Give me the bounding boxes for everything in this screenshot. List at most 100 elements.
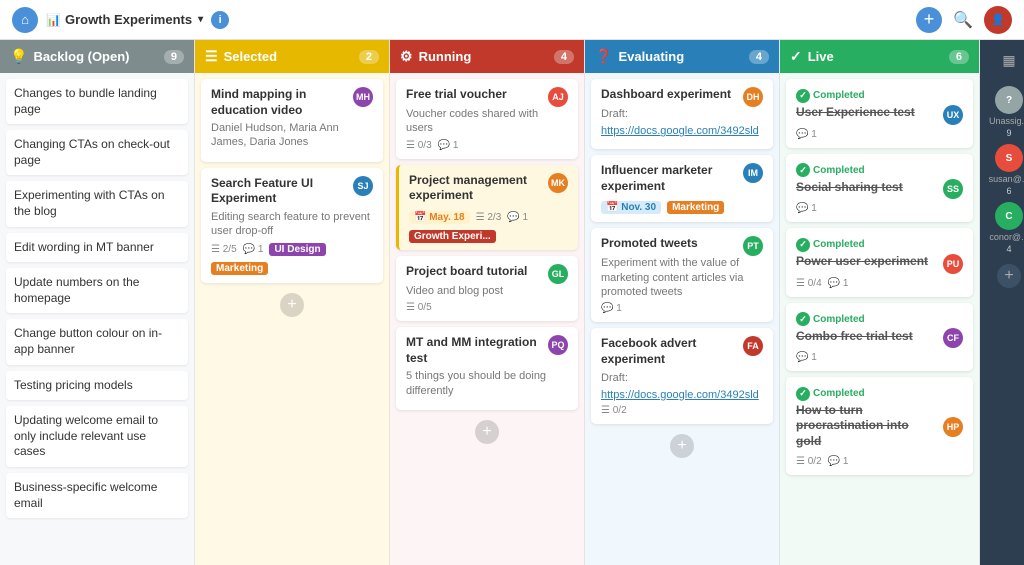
card-title: Project management experiment bbox=[409, 173, 542, 204]
home-icon[interactable]: ⌂ bbox=[12, 7, 38, 33]
column-title-running: Running bbox=[419, 49, 472, 64]
card-promoted-tweets[interactable]: Promoted tweets PT Experiment with the v… bbox=[591, 228, 773, 322]
card-title: Free trial voucher bbox=[406, 87, 507, 103]
avatar: SJ bbox=[353, 176, 373, 196]
card-footer: 💬 1 bbox=[601, 303, 763, 314]
progress-meta: ☰ 2/3 bbox=[476, 212, 502, 223]
card-footer: ☰ 2/5 💬 1 UI Design Marketing bbox=[211, 243, 373, 275]
completed-badge: ✓ Completed bbox=[796, 163, 865, 177]
card-footer: ☰ 0/3 💬 1 bbox=[406, 140, 568, 151]
add-card-button[interactable]: + bbox=[280, 293, 304, 317]
card-search-feature[interactable]: Search Feature UI Experiment SJ Editing … bbox=[201, 168, 383, 283]
people-header: ▦ bbox=[980, 40, 1024, 80]
user-avatar[interactable]: 👤 bbox=[984, 6, 1012, 34]
list-item[interactable]: Changes to bundle landing page bbox=[6, 79, 188, 124]
list-item[interactable]: Changing CTAs on check-out page bbox=[6, 130, 188, 175]
card-free-trial[interactable]: Free trial voucher AJ Voucher codes shar… bbox=[396, 79, 578, 159]
completed-badge: ✓ Completed bbox=[796, 89, 865, 103]
avatar: MK bbox=[548, 173, 568, 193]
person-unassigned[interactable]: ? Unassig... 9 bbox=[989, 86, 1024, 138]
column-header-evaluating: ❓ Evaluating 4 bbox=[585, 40, 779, 73]
selected-count: 2 bbox=[359, 50, 379, 64]
list-item[interactable]: Business-specific welcome email bbox=[6, 473, 188, 518]
live-body: ✓ Completed User Experience test UX 💬 1 … bbox=[780, 73, 979, 565]
add-card-button[interactable]: + bbox=[670, 434, 694, 458]
list-item[interactable]: Testing pricing models bbox=[6, 371, 188, 401]
avatar: S bbox=[995, 144, 1023, 172]
chart-icon: 📊 bbox=[46, 13, 61, 27]
card-title: Social sharing test bbox=[796, 180, 903, 196]
card-social-sharing[interactable]: ✓ Completed Social sharing test SS 💬 1 bbox=[786, 154, 973, 223]
avatar: FA bbox=[743, 336, 763, 356]
question-icon: ❓ bbox=[595, 48, 612, 65]
list-item[interactable]: Change button colour on in-app banner bbox=[6, 319, 188, 364]
evaluating-count: 4 bbox=[749, 50, 769, 64]
comments-meta: 💬 1 bbox=[438, 140, 459, 151]
avatar: ? bbox=[995, 86, 1023, 114]
top-nav: ⌂ 📊 Growth Experiments ▾ i + 🔍 👤 bbox=[0, 0, 1024, 40]
column-live: ✓ Live 6 ✓ Completed User Experience tes… bbox=[780, 40, 980, 565]
avatar: PU bbox=[943, 254, 963, 274]
card-dashboard[interactable]: Dashboard experiment DH Draft: https://d… bbox=[591, 79, 773, 149]
add-person-button[interactable]: + bbox=[997, 264, 1021, 288]
card-footer: ☰ 0/4 💬 1 bbox=[796, 278, 963, 289]
progress-meta: ☰ 0/5 bbox=[406, 302, 432, 313]
progress-meta: ☰ 2/5 bbox=[211, 244, 237, 255]
card-facebook[interactable]: Facebook advert experiment FA Draft: htt… bbox=[591, 328, 773, 423]
avatar: PQ bbox=[548, 335, 568, 355]
info-icon[interactable]: i bbox=[211, 11, 229, 29]
card-title: Combo free trial test bbox=[796, 329, 913, 345]
column-header-running: ⚙ Running 4 bbox=[390, 40, 584, 73]
card-power-user[interactable]: ✓ Completed Power user experiment PU ☰ 0… bbox=[786, 228, 973, 297]
card-title: Project board tutorial bbox=[406, 264, 527, 280]
comments-meta: 💬 1 bbox=[796, 352, 817, 363]
search-button[interactable]: 🔍 bbox=[950, 7, 976, 33]
card-link[interactable]: https://docs.google.com/3492sld bbox=[601, 125, 763, 137]
card-title: Search Feature UI Experiment bbox=[211, 176, 347, 207]
card-project-board[interactable]: Project board tutorial GL Video and blog… bbox=[396, 256, 578, 321]
comments-meta: 💬 1 bbox=[796, 129, 817, 140]
add-card-button[interactable]: + bbox=[475, 420, 499, 444]
progress-meta: ☰ 0/4 bbox=[796, 278, 822, 289]
bulb-icon: 💡 bbox=[10, 48, 27, 65]
avatar: AJ bbox=[548, 87, 568, 107]
card-project-mgmt[interactable]: Project management experiment MK 📅 May. … bbox=[396, 165, 578, 250]
card-influencer[interactable]: Influencer marketer experiment IM 📅 Nov.… bbox=[591, 155, 773, 222]
list-icon: ☰ bbox=[205, 48, 218, 65]
card-sub: Editing search feature to prevent user d… bbox=[211, 210, 373, 239]
completed-badge: ✓ Completed bbox=[796, 387, 865, 401]
card-procrastination[interactable]: ✓ Completed How to turn procrastination … bbox=[786, 377, 973, 475]
list-item[interactable]: Update numbers on the homepage bbox=[6, 268, 188, 313]
person-label: Unassig... bbox=[989, 116, 1024, 126]
list-item[interactable]: Updating welcome email to only include r… bbox=[6, 406, 188, 467]
card-link[interactable]: https://docs.google.com/3492sld bbox=[601, 389, 763, 401]
backlog-count: 9 bbox=[164, 50, 184, 64]
card-sub: Draft: bbox=[601, 371, 763, 385]
avatar: C bbox=[995, 202, 1023, 230]
project-name: Growth Experiments bbox=[65, 12, 192, 27]
tag-marketing: Marketing bbox=[211, 262, 268, 275]
card-footer: ☰ 0/5 bbox=[406, 302, 568, 313]
list-item[interactable]: Experimenting with CTAs on the blog bbox=[6, 181, 188, 226]
card-sub: 5 things you should be doing differently bbox=[406, 369, 568, 398]
card-sub: Video and blog post bbox=[406, 284, 568, 298]
card-footer: 💬 1 bbox=[796, 352, 963, 363]
column-title-selected: Selected bbox=[224, 49, 277, 64]
person-count: 6 bbox=[1006, 186, 1011, 196]
complete-icon: ✓ bbox=[796, 312, 810, 326]
card-ux-test[interactable]: ✓ Completed User Experience test UX 💬 1 bbox=[786, 79, 973, 148]
column-header-live: ✓ Live 6 bbox=[780, 40, 979, 73]
list-item[interactable]: Edit wording in MT banner bbox=[6, 233, 188, 263]
card-combo-free[interactable]: ✓ Completed Combo free trial test CF 💬 1 bbox=[786, 303, 973, 372]
kanban-board: 💡 Backlog (Open) 9 Changes to bundle lan… bbox=[0, 40, 1024, 565]
card-title: Power user experiment bbox=[796, 254, 928, 270]
progress-meta: ☰ 0/2 bbox=[796, 456, 822, 467]
person-conor[interactable]: C conor@... 4 bbox=[989, 202, 1024, 254]
card-mt-mm[interactable]: MT and MM integration test PQ 5 things y… bbox=[396, 327, 578, 410]
backlog-body: Changes to bundle landing page Changing … bbox=[0, 73, 194, 565]
add-button[interactable]: + bbox=[916, 7, 942, 33]
person-susan[interactable]: S susan@... 6 bbox=[989, 144, 1024, 196]
column-title-backlog: Backlog (Open) bbox=[33, 49, 129, 64]
project-selector[interactable]: 📊 Growth Experiments ▾ bbox=[46, 12, 203, 27]
card-mind-mapping[interactable]: Mind mapping in education video MH Danie… bbox=[201, 79, 383, 162]
